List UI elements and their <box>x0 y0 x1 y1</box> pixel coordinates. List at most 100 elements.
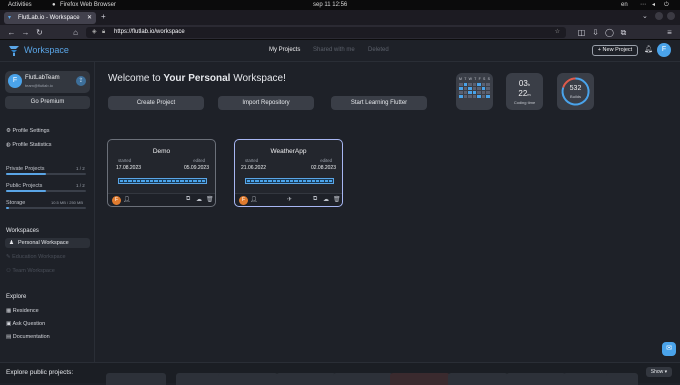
private-projects-count: 1 / 2 <box>76 166 85 171</box>
user-name: FlutLabTeam <box>25 75 60 81</box>
power-icon[interactable]: ⏻ <box>664 0 669 10</box>
start-learning-button[interactable]: Start Learning Flutter <box>331 96 427 110</box>
project-card[interactable]: WeatherApp started edited 21.06.2022 02.… <box>234 139 343 207</box>
notifications-bell-icon[interactable]: 🔔︎ <box>644 45 653 53</box>
nav-shared-with-me[interactable]: Shared with me <box>313 47 355 53</box>
public-project-thumbnail[interactable] <box>390 373 450 385</box>
header-avatar[interactable]: F <box>657 43 671 57</box>
sidebar-item-team-workspace[interactable]: ⚇ Team Workspace <box>6 268 55 274</box>
builds-tile[interactable]: 532 Builds <box>557 73 594 110</box>
user-avatar[interactable]: F <box>8 74 22 88</box>
calendar-day-label: W <box>468 77 472 81</box>
owner-avatar[interactable]: F <box>112 196 121 205</box>
reload-icon[interactable]: ↻ <box>34 27 45 38</box>
forward-icon[interactable]: → <box>20 27 31 38</box>
welcome-suffix: Workspace! <box>230 73 286 84</box>
storage-value: 10.5 MB / 250 MB <box>51 200 84 205</box>
show-label: Show <box>650 369 664 375</box>
cloud-icon[interactable]: ☁ <box>196 196 202 203</box>
sidebar-item-profile-settings[interactable]: ⚙ Profile Settings <box>6 128 49 134</box>
sidebar-item-residence[interactable]: ▦ Residence <box>6 308 39 314</box>
close-window-button[interactable] <box>667 12 675 20</box>
public-project-thumbnail[interactable] <box>333 373 393 385</box>
public-project-thumbnail[interactable] <box>448 373 508 385</box>
add-collaborator-icon[interactable]: 👤︎ <box>123 196 131 203</box>
show-button[interactable]: Show ▾ <box>646 367 672 377</box>
delete-icon[interactable]: 🗑︎ <box>333 196 341 203</box>
progress-segment <box>145 180 149 182</box>
owner-avatar[interactable]: F <box>239 196 248 205</box>
shield-icon[interactable]: ◈ <box>92 27 97 38</box>
public-project-thumbnail[interactable] <box>276 373 336 385</box>
card-footer: F 👤︎ ✈ ⧉ ☁ 🗑︎ <box>235 193 342 206</box>
pocket-icon[interactable]: ◫ <box>576 27 587 38</box>
account-icon[interactable]: ◯ <box>604 27 615 38</box>
personal-workspace-label: Personal Workspace <box>18 240 69 246</box>
coding-time-tile[interactable]: 03h 22m Coding time <box>506 73 543 110</box>
progress-segment <box>123 180 128 182</box>
storage-label: Storage <box>6 200 26 206</box>
tab-title: FlutLab.io - Workspace <box>18 15 80 21</box>
user-card[interactable]: F FlutLabTeam team@flutlab.io ⇪ <box>5 71 90 93</box>
go-premium-button[interactable]: Go Premium <box>5 96 90 109</box>
public-projects-bar <box>6 190 86 192</box>
started-date: 21.06.2022 <box>241 165 267 171</box>
calendar-cell <box>486 83 490 86</box>
url-text[interactable]: https://flutlab.io/workspace <box>114 29 185 35</box>
calendar-cell <box>477 91 481 94</box>
new-project-button[interactable]: + New Project <box>592 45 638 56</box>
volume-icon[interactable]: ◂ <box>652 0 655 10</box>
close-tab-icon[interactable]: ✕ <box>87 12 92 24</box>
copy-icon[interactable]: ⧉ <box>186 196 190 203</box>
progress-segment <box>329 180 333 182</box>
public-project-thumbnail[interactable] <box>106 373 166 385</box>
menu-icon[interactable]: ≡ <box>664 27 675 38</box>
project-card[interactable]: Demo started edited 17.08.2023 05.09.202… <box>107 139 216 207</box>
public-projects-label: Public Projects <box>6 183 43 189</box>
bookmark-star-icon[interactable]: ☆ <box>555 27 560 38</box>
tab-list-icon[interactable]: ⌄ <box>642 12 648 20</box>
lock-icon[interactable]: 🔒︎ <box>102 27 105 38</box>
language-indicator[interactable]: en <box>621 0 628 10</box>
activity-calendar-tile[interactable]: MTWTFSS <box>456 73 493 110</box>
import-repository-button[interactable]: Import Repository <box>218 96 314 110</box>
downloads-icon[interactable]: ⇩ <box>590 27 601 38</box>
delete-icon[interactable]: 🗑︎ <box>206 196 214 203</box>
favicon-icon: ▾ <box>8 15 12 21</box>
sidebar-item-personal-workspace[interactable]: ♟ Personal Workspace <box>5 238 90 248</box>
app-name[interactable]: Firefox Web Browser <box>60 0 116 10</box>
url-bar[interactable]: ◈ 🔒︎ https://flutlab.io/workspace ☆ <box>86 27 566 38</box>
sidebar-item-education-workspace[interactable]: ✎ Education Workspace <box>6 254 66 260</box>
progress-segment <box>154 180 158 182</box>
chat-icon[interactable]: ✉ <box>662 342 676 356</box>
copy-icon[interactable]: ⧉ <box>313 196 317 203</box>
sidebar-item-ask-question[interactable]: ▣ Ask Question <box>6 321 45 327</box>
upload-avatar-icon[interactable]: ⇪ <box>76 76 86 86</box>
person-icon: ♟ <box>9 240 14 246</box>
public-icon[interactable]: ✈ <box>287 196 292 203</box>
clock[interactable]: sep 11 12:56 <box>313 0 347 10</box>
create-project-button[interactable]: Create Project <box>108 96 204 110</box>
sidebar-item-profile-statistics[interactable]: ◍ Profile Statistics <box>6 142 51 148</box>
builds-label: Builds <box>570 94 581 99</box>
brand-title[interactable]: Workspace <box>24 45 69 55</box>
home-icon[interactable]: ⌂ <box>70 27 81 38</box>
minimize-button[interactable] <box>655 12 663 20</box>
cloud-icon[interactable]: ☁ <box>323 196 329 203</box>
network-icon[interactable]: ⋯ <box>640 0 646 10</box>
nav-my-projects[interactable]: My Projects <box>269 47 300 53</box>
extensions-icon[interactable]: ⧉ <box>618 27 629 38</box>
activities-button[interactable]: Activities <box>8 0 32 10</box>
public-project-thumbnail[interactable] <box>606 373 638 385</box>
public-project-thumbnail[interactable] <box>218 373 278 385</box>
calendar-days: MTWTFSS <box>459 77 490 81</box>
back-icon[interactable]: ← <box>6 27 17 38</box>
new-tab-button[interactable]: + <box>101 10 106 24</box>
nav-deleted[interactable]: Deleted <box>368 47 389 53</box>
sidebar-item-documentation[interactable]: ▤ Documentation <box>6 334 50 340</box>
public-project-thumbnail[interactable] <box>506 373 566 385</box>
add-collaborator-icon[interactable]: 👤︎ <box>250 196 258 203</box>
browser-tab[interactable]: ▾ FlutLab.io - Workspace ✕ <box>4 12 96 24</box>
flutlab-logo-icon[interactable] <box>7 43 21 57</box>
coding-hours: 03h <box>506 79 543 88</box>
